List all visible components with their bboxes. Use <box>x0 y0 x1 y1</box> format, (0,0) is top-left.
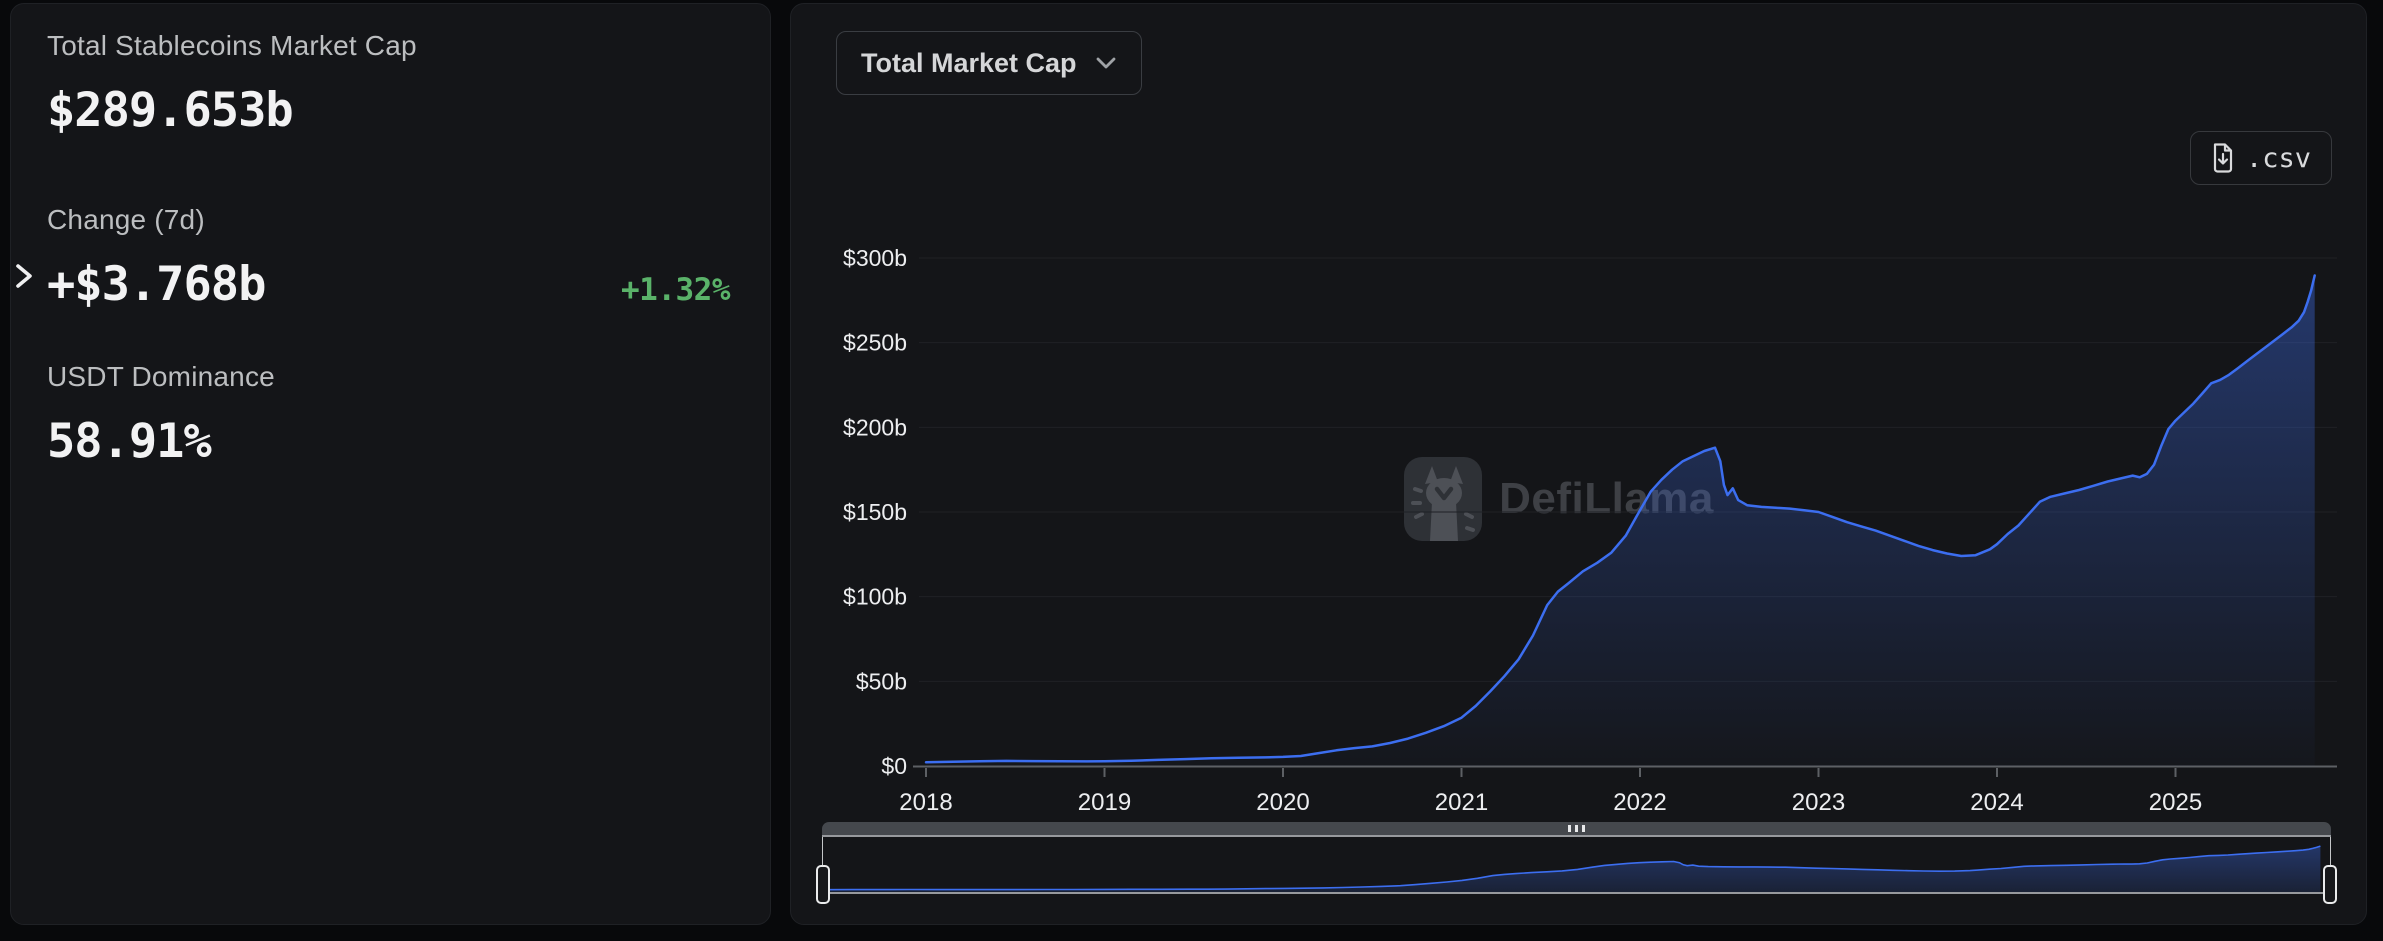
svg-text:2025: 2025 <box>2149 789 2202 816</box>
stat-value: +$3.768b <box>47 257 265 312</box>
time-range-brush <box>822 822 2331 898</box>
stat-value: 58.91% <box>47 414 730 469</box>
brush-track[interactable] <box>822 822 2331 835</box>
svg-text:2018: 2018 <box>899 789 952 816</box>
svg-text:$50b: $50b <box>856 668 907 694</box>
brush-handle-left[interactable] <box>816 865 830 904</box>
svg-text:2024: 2024 <box>1970 789 2023 816</box>
grip-bars-icon <box>1568 825 1571 832</box>
grip-bars-icon <box>1582 825 1585 832</box>
stat-label: USDT Dominance <box>47 361 730 393</box>
stat-total-market-cap: Total Stablecoins Market Cap $289.653b <box>47 30 730 138</box>
grip-bars-icon <box>1575 825 1578 832</box>
svg-text:$0: $0 <box>881 753 907 779</box>
svg-text:2019: 2019 <box>1078 789 1131 816</box>
chevron-right-icon <box>13 260 35 292</box>
stat-label: Total Stablecoins Market Cap <box>47 30 730 62</box>
stat-usdt-dominance: USDT Dominance 58.91% <box>47 361 730 469</box>
brush-mini-chart[interactable] <box>822 837 2331 894</box>
svg-text:2021: 2021 <box>1435 789 1488 816</box>
svg-text:2020: 2020 <box>1256 789 1309 816</box>
stat-value: $289.653b <box>47 83 730 138</box>
svg-text:$100b: $100b <box>843 584 907 610</box>
svg-text:$300b: $300b <box>843 245 907 271</box>
svg-text:2022: 2022 <box>1613 789 1666 816</box>
svg-text:2023: 2023 <box>1792 789 1845 816</box>
stats-card: Total Stablecoins Market Cap $289.653b C… <box>10 3 771 925</box>
chart-plot-area[interactable]: $0 $50b $100b $150b $200b $250b $300b 2018 2019 2… <box>791 4 2368 926</box>
svg-text:$250b: $250b <box>843 330 907 356</box>
brush-handle-right[interactable] <box>2323 865 2337 904</box>
stat-change-7d: Change (7d) +$3.768b +1.32% <box>47 204 730 312</box>
expand-toggle-button[interactable] <box>9 256 39 298</box>
svg-text:$150b: $150b <box>843 499 907 525</box>
stat-label: Change (7d) <box>47 204 730 236</box>
svg-text:$200b: $200b <box>843 414 907 440</box>
change-percent-badge: +1.32% <box>621 272 730 308</box>
brush-mini-svg <box>823 837 2330 892</box>
chart-card: Total Market Cap .csv <box>790 3 2367 925</box>
